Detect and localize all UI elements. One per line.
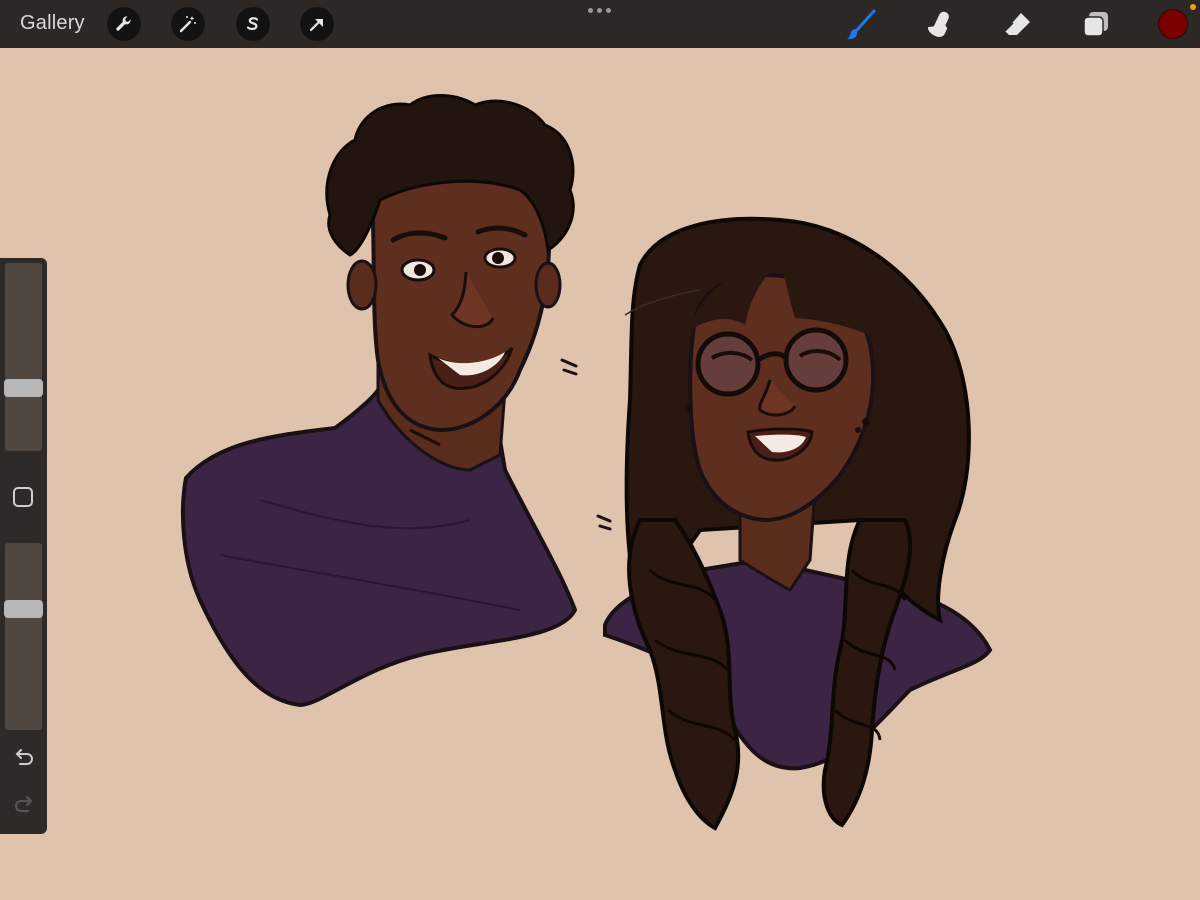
adjustments-button[interactable]: [171, 7, 205, 41]
actions-button[interactable]: [107, 7, 141, 41]
dot: [597, 8, 602, 13]
layers-button[interactable]: [1079, 8, 1113, 42]
brush-tool-button[interactable]: [844, 8, 878, 42]
eraser-icon: [1004, 13, 1030, 35]
transform-arrow-icon: [309, 18, 323, 32]
portrait-man: [180, 94, 578, 708]
magic-wand-icon: [179, 16, 196, 33]
layers-icon: [1083, 12, 1108, 37]
dot: [606, 8, 611, 13]
top-toolbar: Gallery: [0, 0, 1200, 48]
smudge-tool-button[interactable]: [923, 8, 957, 42]
smudge-icon: [927, 11, 949, 37]
status-indicator-dot: [1190, 4, 1196, 10]
dot: [588, 8, 593, 13]
brush-icon: [847, 9, 876, 40]
eraser-tool-button[interactable]: [1001, 8, 1035, 42]
selection-s-icon: [246, 17, 259, 31]
gallery-button[interactable]: Gallery: [20, 12, 85, 35]
transform-button[interactable]: [300, 7, 334, 41]
drawing-canvas[interactable]: [0, 48, 1200, 900]
more-options-dots[interactable]: [588, 8, 611, 13]
wrench-icon: [116, 16, 131, 31]
portrait-woman: [596, 216, 993, 831]
color-picker-swatch[interactable]: [1158, 9, 1188, 39]
selection-button[interactable]: [236, 7, 270, 41]
